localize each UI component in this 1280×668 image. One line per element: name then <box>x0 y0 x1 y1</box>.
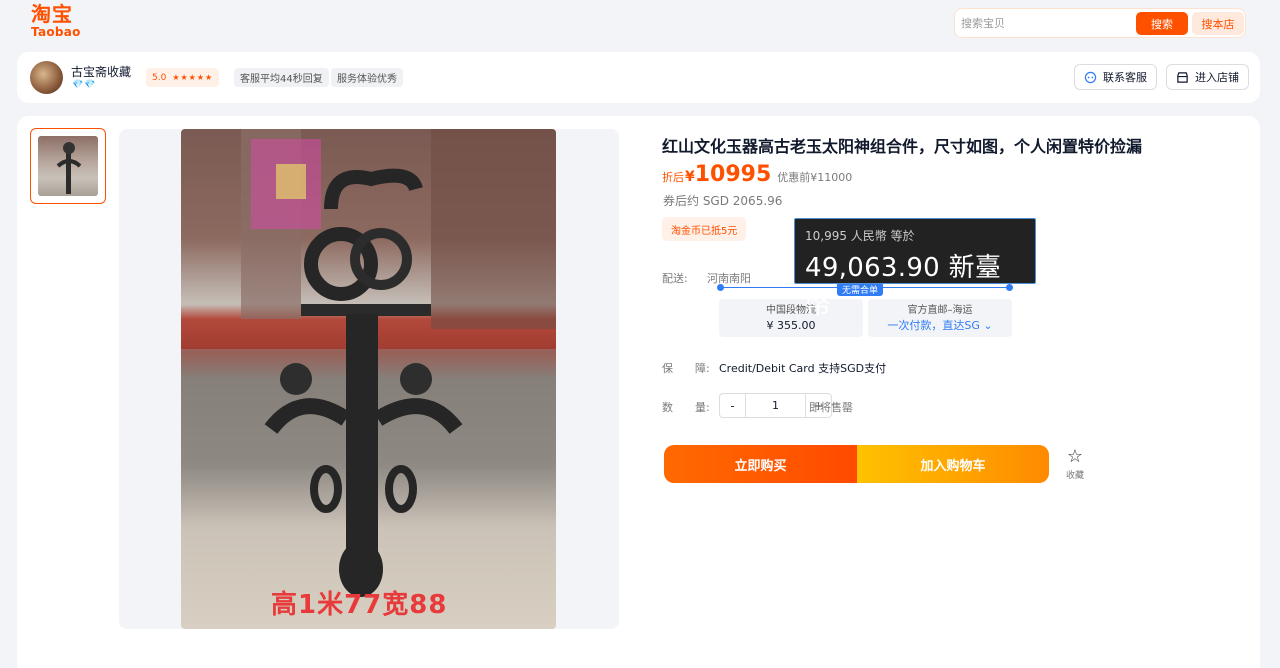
shop-bar: 古宝斋收藏 💎💎 5.0 ★★★★★ 客服平均44秒回复 服务体验优秀 联系客服… <box>17 52 1260 103</box>
logo-text-cn: 淘宝 <box>31 2 73 26</box>
currency-conversion-tooltip: 10,995 人民幣 等於 49,063.90 新臺幣 <box>794 218 1036 320</box>
headset-icon <box>1084 71 1097 83</box>
logo-text-en: Taobao <box>31 25 81 39</box>
enter-shop-button[interactable]: 进入店铺 <box>1166 64 1249 90</box>
guarantee-label-2: 障: <box>695 362 710 375</box>
rating-stars-icon: ★★★★★ <box>172 73 214 82</box>
shop-level-badge: 💎💎 <box>72 80 97 90</box>
add-to-cart-button[interactable]: 加入购物车 <box>857 445 1049 483</box>
guarantee-label-1: 保 <box>662 362 673 375</box>
main-product-image[interactable]: 高1米77宽88 <box>181 129 556 629</box>
service-tag-response: 客服平均44秒回复 <box>234 68 329 87</box>
shipping-label: 配送: <box>662 272 688 285</box>
jade-artifact-illustration <box>181 129 556 597</box>
price-label: 折后 <box>662 171 684 184</box>
quantity-label-1: 数 <box>662 401 673 414</box>
quantity-label-2: 量: <box>695 401 710 414</box>
contact-service-button[interactable]: 联系客服 <box>1074 64 1157 90</box>
product-thumbnail[interactable] <box>30 128 106 204</box>
quantity-minus-button[interactable]: - <box>720 394 745 417</box>
sgd-price: 券后约 SGD 2065.96 <box>663 194 783 208</box>
taobao-logo[interactable]: 淘宝 Taobao <box>31 4 81 38</box>
shop-rating-badge: 5.0 ★★★★★ <box>146 68 220 87</box>
search-input[interactable] <box>961 13 1131 33</box>
star-icon: ☆ <box>1066 446 1084 467</box>
service-tag-experience: 服务体验优秀 <box>331 68 403 87</box>
shipping-origin: 河南南阳 <box>707 272 751 285</box>
original-price: 优惠前¥11000 <box>777 171 853 184</box>
price-row: 折后 ¥ 10995 优惠前¥11000 <box>662 162 852 187</box>
contact-service-label: 联系客服 <box>1103 71 1147 84</box>
thumbnail-image <box>38 136 98 196</box>
route-start-dot <box>717 284 724 291</box>
buy-now-button[interactable]: 立即购买 <box>664 445 857 483</box>
price-currency: ¥ <box>685 169 695 185</box>
product-title: 红山文化玉器高古老玉太阳神组合件，尺寸如图，个人闲置特价捡漏 <box>662 137 1143 156</box>
image-size-caption: 高1米77宽88 <box>271 590 448 620</box>
store-search-button[interactable]: 搜本店 <box>1192 12 1244 35</box>
store-icon <box>1177 71 1188 83</box>
artifact-thumbnail-shape <box>56 142 82 194</box>
shop-avatar[interactable] <box>30 61 63 94</box>
favorite-label: 收藏 <box>1065 471 1084 481</box>
shop-rating-value: 5.0 <box>152 72 167 83</box>
main-image-container: 高1米77宽88 <box>119 129 619 629</box>
top-bar: 淘宝 Taobao 搜索 搜本店 <box>0 0 1280 48</box>
stock-note: 即将售罄 <box>809 401 853 414</box>
enter-shop-label: 进入店铺 <box>1195 71 1239 84</box>
coin-discount-tag: 淘金币已抵5元 <box>662 217 747 241</box>
quantity-input[interactable]: 1 <box>745 394 806 417</box>
price-value: 10995 <box>694 162 772 187</box>
guarantee-text: Credit/Debit Card 支持SGD支付 <box>719 362 887 375</box>
tooltip-converted-amount: 49,063.90 新臺幣 <box>805 253 1002 320</box>
shop-name[interactable]: 古宝斋收藏 <box>71 63 131 80</box>
tooltip-source-amount: 10,995 人民幣 等於 <box>805 229 915 243</box>
product-card: 高1米77宽88 红山文化玉器高古老玉太阳神组合件，尺寸如图，个人闲置特价捡漏 … <box>17 116 1260 668</box>
favorite-button[interactable]: ☆ 收藏 <box>1063 446 1087 482</box>
search-button[interactable]: 搜索 <box>1136 12 1188 35</box>
search-box: 搜索 搜本店 <box>954 8 1246 38</box>
